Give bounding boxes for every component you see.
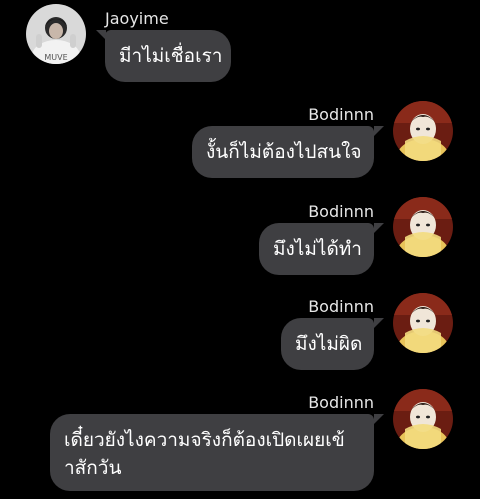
message-bubble[interactable]: มึงไม่ผิด xyxy=(281,318,374,370)
message-text: งั้นก็ไม่ต้องไปสนใจ xyxy=(206,141,362,163)
avatar-bodinnn[interactable] xyxy=(393,389,453,449)
message-text: มีาไม่เชื่อเรา xyxy=(119,45,223,67)
bubble-tail xyxy=(374,223,384,233)
bubble-tail xyxy=(374,414,384,424)
sender-name: Bodinnn xyxy=(308,297,374,316)
avatar-bodinnn[interactable] xyxy=(393,197,453,257)
avatar-jaoyime[interactable]: MUVE xyxy=(26,4,86,64)
sender-name: Bodinnn xyxy=(308,105,374,124)
bubble-tail xyxy=(374,318,384,328)
message-bubble[interactable]: เดี๋ยวยังไงความจริงก็ต้องเปิดเผยเข้ าสัก… xyxy=(50,414,374,491)
message-bubble[interactable]: งั้นก็ไม่ต้องไปสนใจ xyxy=(192,126,374,178)
message-text: มึงไม่ผิด xyxy=(295,333,363,355)
avatar-bodinnn[interactable] xyxy=(393,293,453,353)
svg-text:MUVE: MUVE xyxy=(44,53,67,62)
message-text-line-2: าสักวัน xyxy=(64,457,122,479)
sender-name: Bodinnn xyxy=(308,393,374,412)
message-text-line-1: เดี๋ยวยังไงความจริงก็ต้องเปิดเผยเข้ xyxy=(64,429,345,451)
message-bubble[interactable]: มีาไม่เชื่อเรา xyxy=(105,30,231,82)
message-text: มึงไม่ได้ทำ xyxy=(273,238,362,260)
sender-name: Bodinnn xyxy=(308,202,374,221)
avatar-bodinnn[interactable] xyxy=(393,101,453,161)
message-bubble[interactable]: มึงไม่ได้ทำ xyxy=(259,223,374,275)
sender-name: Jaoyime xyxy=(105,9,169,28)
bubble-tail xyxy=(374,126,384,136)
